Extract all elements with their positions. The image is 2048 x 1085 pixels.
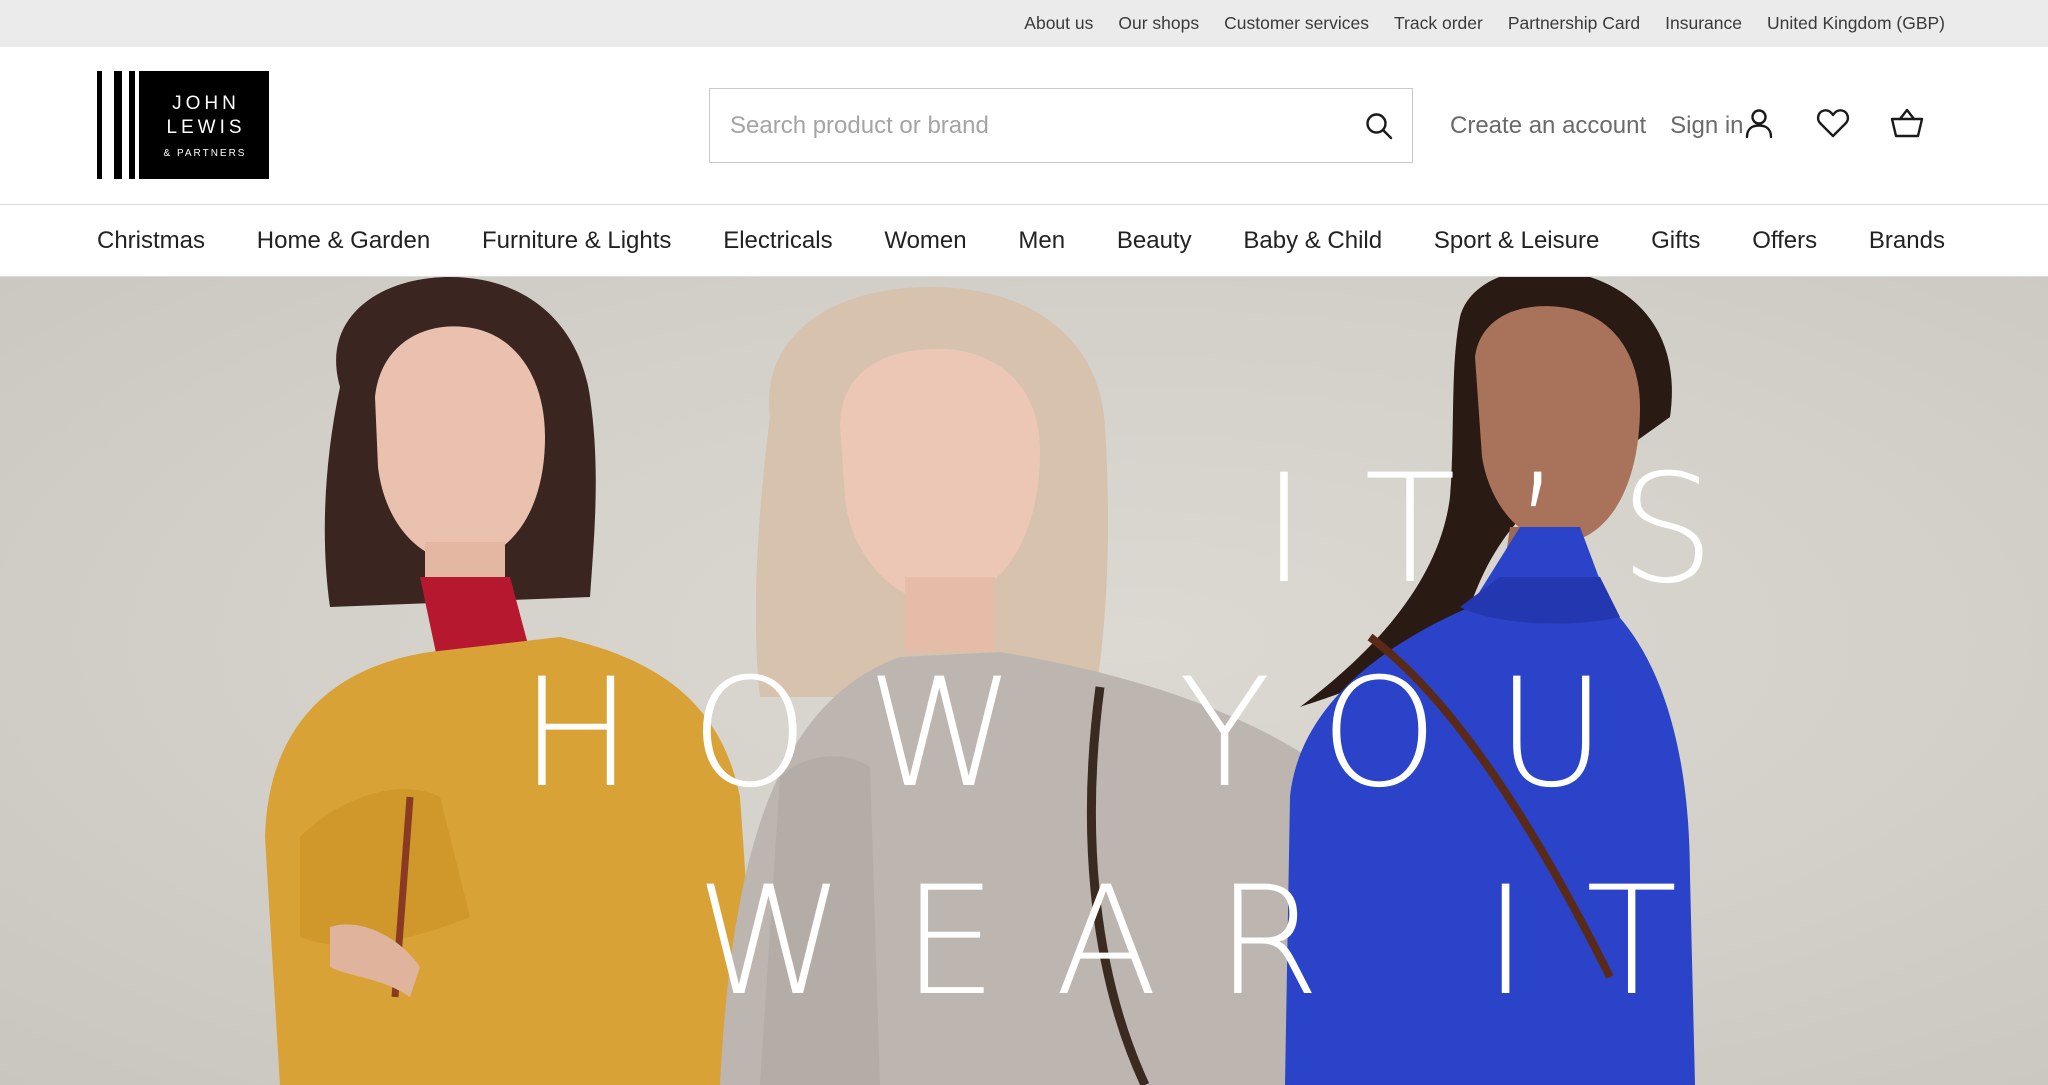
brand-logo[interactable]: JOHN LEWIS & PARTNERS (97, 71, 269, 179)
utility-link-track-order[interactable]: Track order (1394, 13, 1483, 34)
nav-item-gifts[interactable]: Gifts (1651, 227, 1700, 255)
nav-item-electricals[interactable]: Electricals (723, 227, 832, 255)
logo-stripe (97, 71, 102, 179)
nav-item-offers[interactable]: Offers (1752, 227, 1817, 255)
nav-item-brands[interactable]: Brands (1869, 227, 1945, 255)
hero-headline-line-2: HOW YOU (520, 647, 1665, 821)
heart-icon[interactable] (1813, 103, 1853, 143)
hero-headline-line-3: WEAR IT (696, 855, 1736, 1029)
hero-headline-line-1: IT’S (1262, 443, 1773, 617)
utility-link-customer-services[interactable]: Customer services (1224, 13, 1369, 34)
search-icon[interactable] (1360, 107, 1398, 145)
logo-line-partners: & PARTNERS (163, 147, 247, 159)
utility-link-insurance[interactable]: Insurance (1665, 13, 1742, 34)
basket-icon[interactable] (1887, 103, 1927, 143)
nav-item-beauty[interactable]: Beauty (1117, 227, 1192, 255)
utility-bar: About us Our shops Customer services Tra… (0, 0, 2048, 47)
main-nav: Christmas Home & Garden Furniture & Ligh… (0, 204, 2048, 277)
logo-stripe (114, 71, 122, 179)
nav-item-sport-leisure[interactable]: Sport & Leisure (1434, 227, 1599, 255)
search-input[interactable] (710, 89, 1350, 162)
logo-stripe (129, 71, 135, 179)
site-header: JOHN LEWIS & PARTNERS Create an account … (0, 47, 2048, 204)
nav-item-men[interactable]: Men (1018, 227, 1065, 255)
create-account-link[interactable]: Create an account (1450, 112, 1646, 140)
utility-nav: About us Our shops Customer services Tra… (1024, 0, 1945, 47)
utility-link-partnership-card[interactable]: Partnership Card (1508, 13, 1640, 34)
utility-link-about-us[interactable]: About us (1024, 13, 1093, 34)
hero-banner[interactable]: IT’S HOW YOU WEAR IT (0, 277, 2048, 1085)
region-selector[interactable]: United Kingdom (GBP) (1767, 13, 1945, 34)
nav-item-christmas[interactable]: Christmas (97, 227, 205, 255)
search-box (709, 88, 1413, 163)
user-icon[interactable] (1739, 103, 1779, 143)
logo-line-john: JOHN (172, 92, 240, 114)
nav-item-baby-child[interactable]: Baby & Child (1243, 227, 1382, 255)
logo-line-lewis: LEWIS (166, 116, 246, 138)
utility-link-our-shops[interactable]: Our shops (1118, 13, 1199, 34)
sign-in-link[interactable]: Sign in (1670, 112, 1743, 140)
account-links: Create an account Sign in (1450, 111, 1744, 141)
nav-item-women[interactable]: Women (884, 227, 966, 255)
nav-item-home-garden[interactable]: Home & Garden (257, 227, 430, 255)
nav-item-furniture-lights[interactable]: Furniture & Lights (482, 227, 671, 255)
logo-wordmark: JOHN LEWIS & PARTNERS (139, 71, 269, 179)
